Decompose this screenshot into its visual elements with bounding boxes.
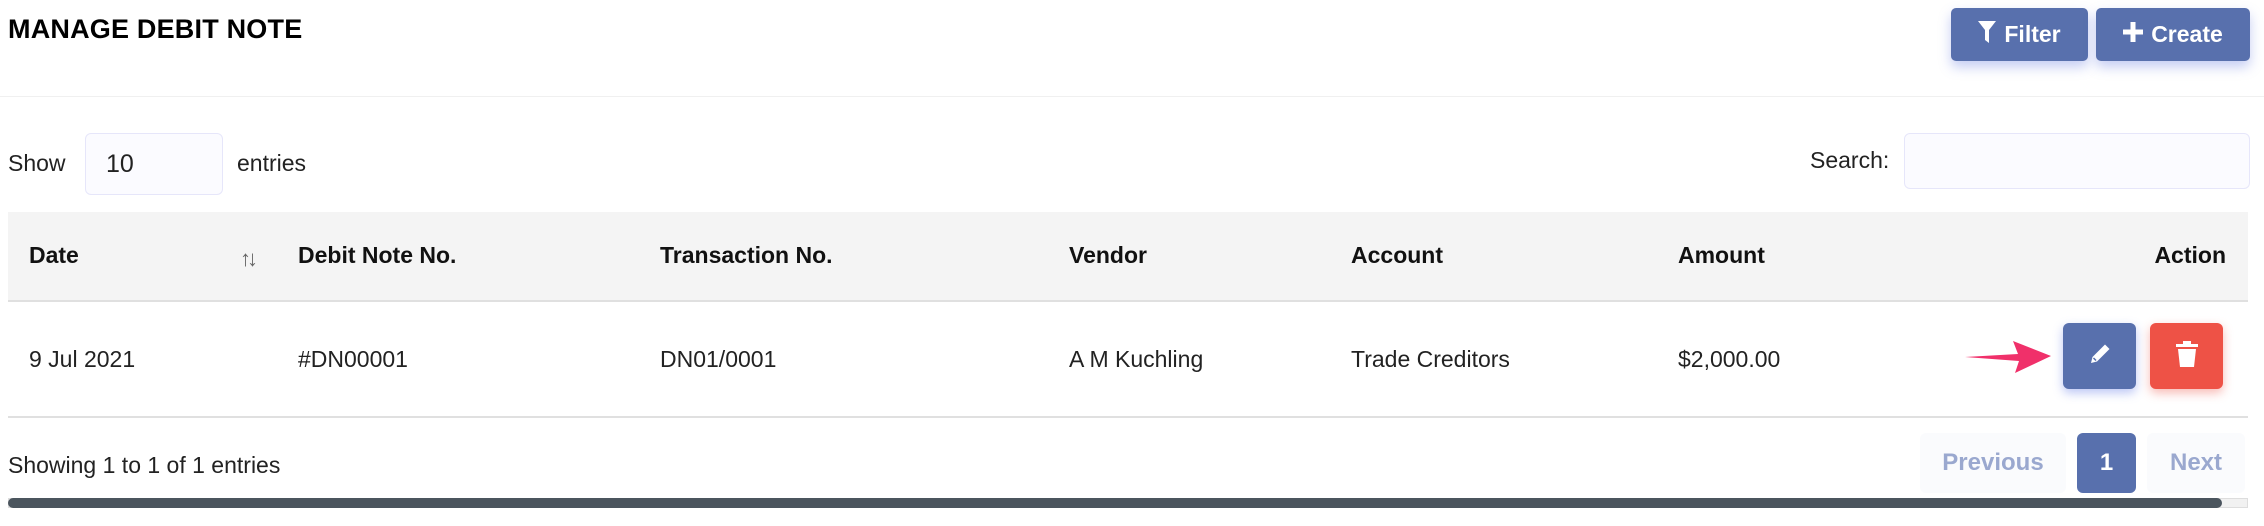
sort-arrows-icon[interactable]: ↑↓: [240, 246, 258, 272]
annotation-arrow-icon: [1965, 341, 2051, 373]
pagination-next[interactable]: Next: [2147, 433, 2245, 493]
pagination-previous[interactable]: Previous: [1920, 433, 2066, 493]
column-header-transaction-no[interactable]: Transaction No.: [660, 242, 833, 269]
filter-icon: [1978, 20, 1997, 49]
delete-button[interactable]: [2150, 323, 2223, 389]
cell-transaction-no: DN01/0001: [660, 346, 777, 372]
create-label: Create: [2151, 21, 2223, 47]
column-header-debit-note-no[interactable]: Debit Note No.: [298, 242, 456, 269]
cell-account: Trade Creditors: [1351, 346, 1510, 372]
edit-icon: [2087, 341, 2113, 372]
cell-vendor: A M Kuchling: [1069, 346, 1204, 372]
table-info: Showing 1 to 1 of 1 entries: [8, 452, 281, 478]
plus-icon: [2123, 21, 2144, 48]
entries-label: entries: [237, 150, 307, 176]
column-header-action: Action: [2154, 242, 2226, 268]
table-row: 9 Jul 2021 #DN00001 DN01/0001 A M Kuchli…: [8, 302, 2248, 418]
search-input[interactable]: [1904, 133, 2250, 189]
create-button[interactable]: Create: [2096, 8, 2250, 61]
column-header-date[interactable]: Date: [29, 242, 79, 269]
header-divider: [0, 96, 2264, 97]
show-label: Show: [8, 150, 66, 176]
cell-date: 9 Jul 2021: [29, 346, 136, 372]
filter-button[interactable]: Filter: [1951, 8, 2088, 61]
entries-length-select[interactable]: [85, 133, 223, 195]
page-title: MANAGE DEBIT NOTE: [8, 14, 303, 44]
trash-icon: [2175, 340, 2198, 372]
cell-amount: $2,000.00: [1678, 346, 1781, 372]
column-header-amount[interactable]: Amount: [1678, 242, 1765, 269]
cell-debit-note-no: #DN00001: [298, 346, 408, 372]
search-label: Search:: [1810, 147, 1890, 173]
edit-button[interactable]: [2063, 323, 2136, 389]
table-header: Date ↑↓ Debit Note No. Transaction No. V…: [8, 212, 2248, 302]
column-header-vendor[interactable]: Vendor: [1069, 242, 1147, 269]
filter-label: Filter: [2004, 21, 2061, 47]
pagination-page-1[interactable]: 1: [2077, 433, 2136, 493]
column-header-account[interactable]: Account: [1351, 242, 1443, 269]
horizontal-scrollbar-thumb[interactable]: [8, 498, 2222, 508]
